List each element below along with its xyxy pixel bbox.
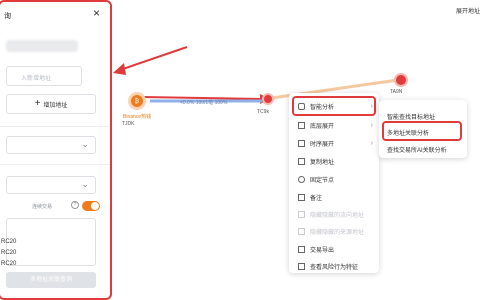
context-menu: 智能分析 › 底层展开 › 时序展开 › 复制地址 固定节点 备注 隐藏隐藏的流… [289,93,379,273]
copy-icon [298,157,305,165]
risk-node [396,75,406,85]
sub-menu: 智能查找目标地址 多地址关联分析 查找交易所AI关联分析 [379,100,467,158]
warning-icon [298,262,305,270]
menu-item-label: 底层展开 [310,123,335,130]
export-icon [298,245,305,253]
sub-item-find-target[interactable]: 智能查找目标地址 [387,112,435,121]
menu-item-copy-address[interactable]: 复制地址 [289,154,379,168]
menu-item-label: 时序展开 [310,141,335,148]
menu-item-expand-bottom[interactable]: 底层展开 › [289,118,379,132]
hide-icon [298,227,305,235]
menu-item-export-tx[interactable]: 交易导出 [289,242,379,256]
node-address: TJDK [122,121,135,127]
sub-item-exchange-ai[interactable]: 查找交易所AI关联分析 [387,145,447,154]
menu-item-label: 固定节点 [310,177,335,184]
menu-item-label: 交易导出 [310,247,335,254]
timeline-icon [298,139,305,147]
menu-item-hide-inflow[interactable]: 隐藏隐藏的来源地址 [289,224,379,238]
highlight-box [382,121,462,141]
node-address: TA9N [390,89,403,95]
pin-icon [298,175,305,183]
hide-icon [298,210,305,218]
menu-item-hide-outflow[interactable]: 隐藏隐藏的流向地址 [289,207,379,221]
menu-item-label: 隐藏隐藏的流向地址 [310,212,365,219]
node-name: Binance热钱 [123,114,152,120]
menu-item-pin-node[interactable]: 固定节点 [289,172,379,186]
menu-item-label: 备注 [310,195,323,202]
annotation-arrowhead [113,63,126,75]
highlight-box [292,96,376,116]
edge-label: <0.0% 100/1笔 100% [180,100,228,106]
chevron-right-icon: › [370,139,373,147]
menu-item-risk-behavior[interactable]: 查看风险行为特征 [289,259,379,273]
menu-item-label: 复制地址 [310,159,335,166]
svg-text:₿: ₿ [135,98,140,105]
menu-item-time-expand[interactable]: 时序展开 › [289,136,379,150]
annotation-arrow [119,46,188,71]
menu-item-label: 查看风险行为特征 [310,264,359,271]
menu-item-label: 隐藏隐藏的来源地址 [310,229,365,236]
menu-item-note[interactable]: 备注 [289,190,379,204]
chevron-right-icon: › [370,121,373,129]
expand-icon [298,121,305,129]
note-icon [298,193,305,201]
risk-node [264,95,272,103]
node-address: TC9k [257,109,269,115]
